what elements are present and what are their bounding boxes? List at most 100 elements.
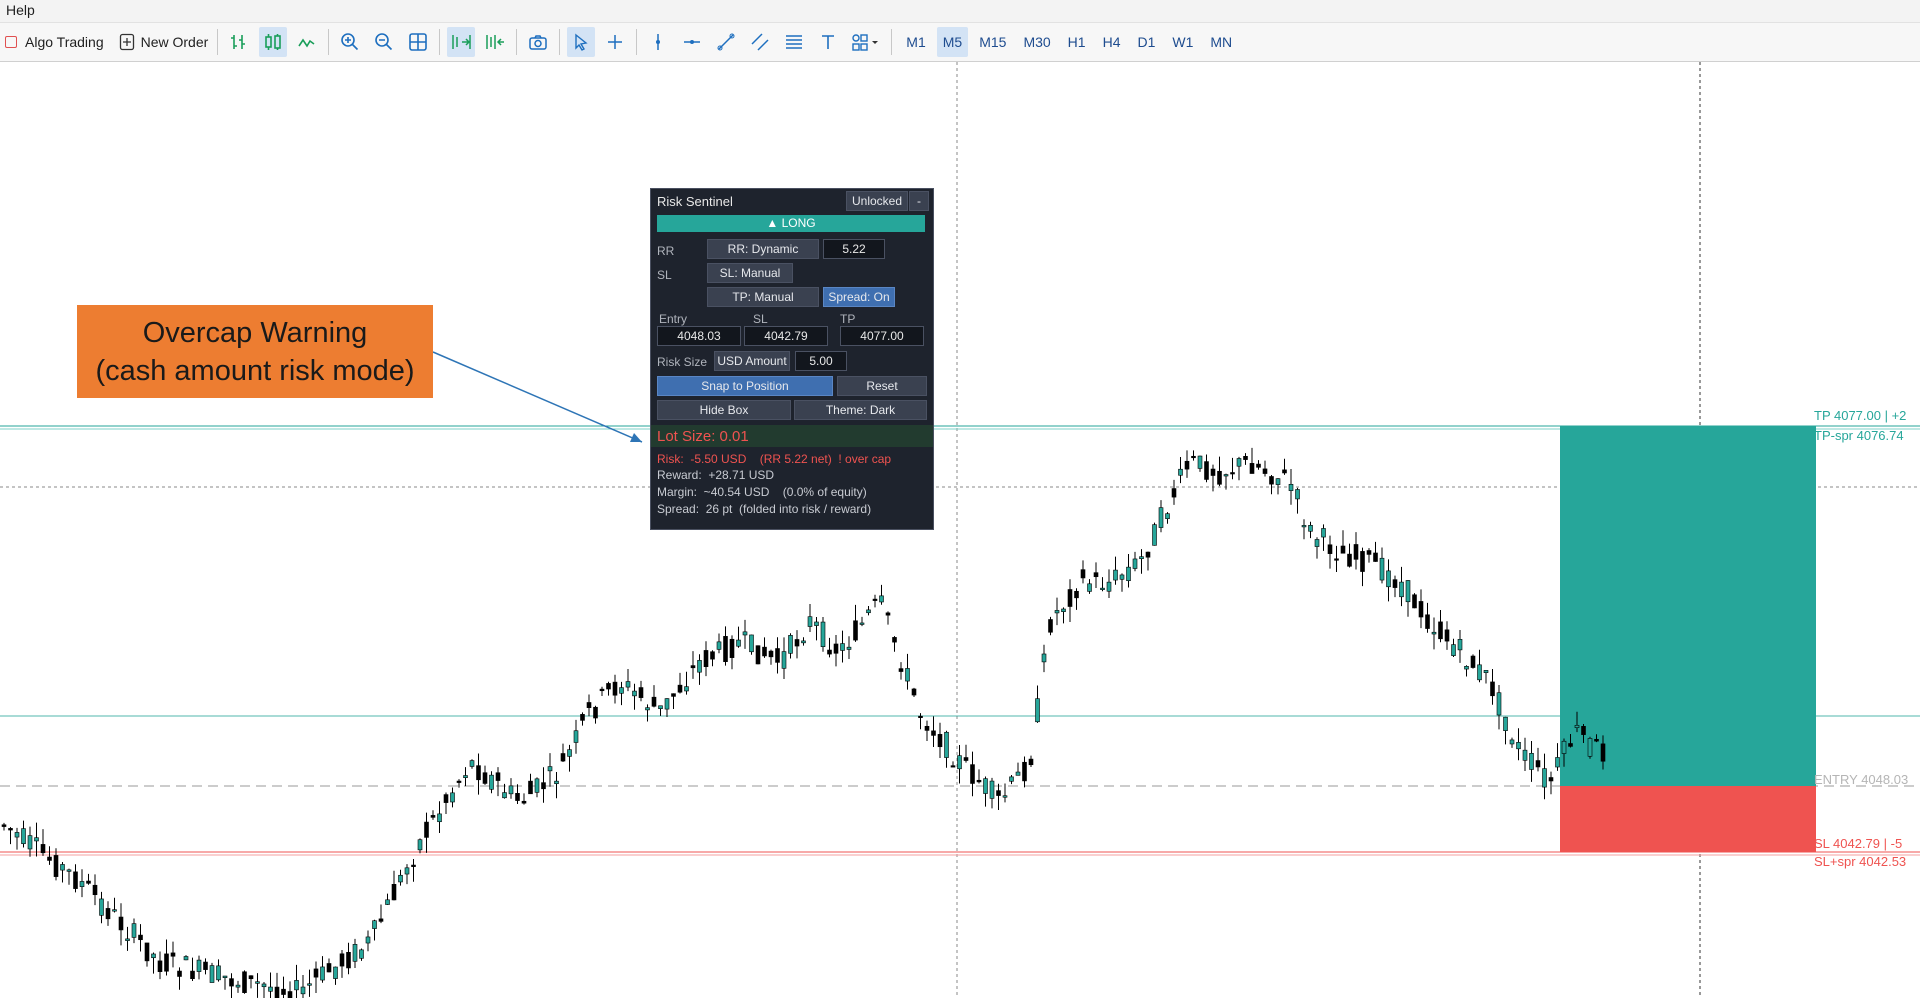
- shapes-dropdown-icon[interactable]: [848, 27, 884, 57]
- screenshot-icon[interactable]: [524, 27, 552, 57]
- candlestick-chart-icon[interactable]: [259, 27, 288, 57]
- entry-price-input[interactable]: 4048.03: [657, 326, 741, 346]
- candle-body: [1392, 579, 1398, 588]
- overcap-warning-callout: Overcap Warning (cash amount risk mode): [77, 305, 433, 398]
- candle-body: [924, 725, 930, 731]
- timeframe-m15[interactable]: M15: [973, 27, 1012, 57]
- candle-body: [1210, 468, 1216, 476]
- reset-button[interactable]: Reset: [837, 376, 927, 396]
- candle-body: [911, 688, 917, 696]
- minimize-button[interactable]: -: [909, 191, 929, 211]
- candle-body: [495, 772, 501, 781]
- candle-body: [1594, 738, 1599, 742]
- new-order-button[interactable]: New Order: [115, 27, 213, 57]
- text-tool-icon[interactable]: [814, 27, 842, 57]
- candle-body: [1503, 716, 1508, 731]
- timeframe-m1[interactable]: M1: [900, 27, 931, 57]
- candle-body: [1314, 539, 1320, 547]
- theme-button[interactable]: Theme: Dark: [794, 400, 927, 420]
- rr-value-input[interactable]: 5.22: [823, 239, 885, 259]
- candle-body: [339, 953, 345, 967]
- rr-mode-button[interactable]: RR: Dynamic: [707, 239, 819, 259]
- algo-trading-button[interactable]: Algo Trading: [1, 27, 108, 57]
- toolbar-separator: [328, 29, 330, 55]
- lot-size-text: Lot Size: 0.01: [657, 428, 749, 445]
- tp-spr-label: TP-spr 4076.74: [1814, 428, 1904, 443]
- risk-mode-button[interactable]: USD Amount: [714, 351, 790, 371]
- candle-body: [1028, 758, 1034, 766]
- candle-body: [580, 714, 585, 721]
- candle-body: [521, 800, 527, 804]
- snap-to-position-button[interactable]: Snap to Position: [657, 376, 833, 396]
- candle-body: [1, 824, 7, 827]
- lock-toggle-button[interactable]: Unlocked: [846, 191, 908, 211]
- zoom-in-icon[interactable]: [336, 27, 364, 57]
- candle-body: [840, 643, 845, 651]
- candle-body: [1295, 489, 1300, 500]
- bar-chart-icon[interactable]: [225, 27, 253, 57]
- candle-body: [918, 715, 923, 718]
- channel-icon[interactable]: [746, 27, 774, 57]
- price-chart[interactable]: TP 4077.00 | +2 TP-spr 4076.74 ENTRY 404…: [0, 62, 1920, 998]
- candle-body: [586, 702, 592, 708]
- trendline-icon[interactable]: [712, 27, 740, 57]
- sl-label: SL 4042.79 | -5: [1814, 836, 1903, 851]
- candle-body: [853, 620, 858, 641]
- candle-body: [1535, 760, 1541, 768]
- timeframe-m30[interactable]: M30: [1017, 27, 1056, 57]
- vertical-line-icon[interactable]: [644, 27, 672, 57]
- candle-body: [196, 959, 202, 972]
- autoscroll-icon[interactable]: [447, 27, 476, 57]
- candle-body: [560, 753, 566, 762]
- candle-body: [170, 952, 176, 957]
- candle-body: [40, 844, 46, 854]
- candle-body: [1587, 738, 1593, 757]
- candle-body: [1373, 552, 1378, 562]
- candle-body: [255, 981, 260, 984]
- sl-mode-button[interactable]: SL: Manual: [707, 263, 793, 283]
- timeframe-h4[interactable]: H4: [1097, 27, 1127, 57]
- timeframe-m5[interactable]: M5: [936, 27, 969, 57]
- line-chart-icon[interactable]: [293, 27, 321, 57]
- candle-body: [554, 780, 559, 784]
- grid-icon[interactable]: [404, 27, 432, 57]
- crosshair-icon[interactable]: [601, 27, 629, 57]
- fibonacci-icon[interactable]: [780, 27, 808, 57]
- hide-box-button[interactable]: Hide Box: [657, 400, 791, 420]
- candle-body: [1074, 590, 1079, 599]
- candle-body: [1470, 655, 1476, 668]
- tp-price-input[interactable]: 4077.00: [840, 326, 924, 346]
- candle-body: [1379, 557, 1385, 581]
- spread-toggle-button[interactable]: Spread: On: [823, 287, 895, 307]
- candle-body: [937, 734, 943, 748]
- candle-body: [703, 650, 709, 667]
- candle-body: [567, 749, 572, 757]
- candle-body: [1087, 583, 1092, 592]
- risk-value-input[interactable]: 5.00: [795, 351, 847, 371]
- timeframe-w1[interactable]: W1: [1166, 27, 1199, 57]
- candle-body: [950, 765, 956, 768]
- candle-body: [21, 828, 26, 845]
- risk-text: Risk: -5.50 USD (RR 5.22 net) ! over cap: [657, 452, 892, 466]
- candle-body: [1431, 631, 1437, 635]
- toolbar: Algo Trading New Order M1 M5 M15 M30 H1 H4 D1 W…: [0, 23, 1920, 62]
- timeframe-h1[interactable]: H1: [1062, 27, 1092, 57]
- candle-body: [892, 637, 897, 643]
- direction-button[interactable]: ▲ LONG: [657, 215, 925, 232]
- candle-body: [86, 880, 91, 884]
- tp-mode-button[interactable]: TP: Manual: [707, 287, 819, 307]
- candle-body: [742, 631, 748, 636]
- candle-body: [963, 757, 969, 761]
- candle-body: [957, 755, 962, 770]
- chart-shift-icon[interactable]: [481, 27, 509, 57]
- menu-help[interactable]: Help: [6, 2, 35, 18]
- zoom-out-icon[interactable]: [370, 27, 398, 57]
- candle-body: [1269, 476, 1274, 485]
- timeframe-d1[interactable]: D1: [1131, 27, 1161, 57]
- candle-body: [1009, 776, 1014, 782]
- sl-price-input[interactable]: 4042.79: [744, 326, 828, 346]
- timeframe-mn[interactable]: MN: [1204, 27, 1238, 57]
- horizontal-line-icon[interactable]: [678, 27, 706, 57]
- cursor-icon[interactable]: [567, 27, 596, 57]
- candle-body: [274, 986, 280, 998]
